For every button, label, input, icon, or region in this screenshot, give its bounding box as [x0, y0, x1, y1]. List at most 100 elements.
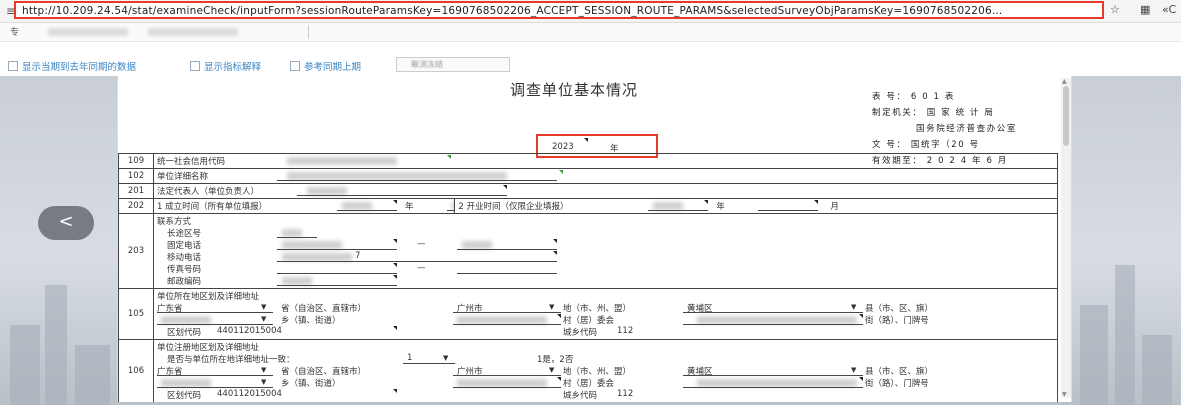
chevron-down-icon[interactable]: ▼ — [851, 366, 856, 374]
select-underline — [157, 312, 273, 313]
url-field[interactable]: http://10.209.24.54/stat/examineCheck/in… — [14, 1, 1104, 19]
checkbox-box[interactable] — [8, 61, 18, 71]
table-row: 102 单位详细名称 — [118, 168, 1058, 184]
row-code: 201 — [118, 183, 154, 199]
unit-name-label: 单位详细名称 — [157, 172, 209, 182]
tab-blurred-text — [48, 28, 128, 36]
field-marker — [859, 314, 863, 318]
scroll-down-icon[interactable]: ▼ — [1062, 391, 1067, 398]
founded-cell: 1 成立时间（所有单位填报） 年 月 — [152, 198, 456, 214]
redacted-value — [287, 157, 397, 165]
redacted-value[interactable] — [653, 202, 684, 210]
zone-code-value: 440112015004 — [217, 389, 282, 399]
chevron-down-icon[interactable]: ▼ — [261, 378, 266, 386]
redacted-value[interactable] — [457, 316, 547, 324]
redacted-value[interactable] — [282, 241, 342, 249]
redacted-value[interactable] — [342, 202, 372, 210]
redacted-value[interactable] — [697, 316, 857, 324]
select-underline — [683, 312, 863, 313]
contact-title: 联系方式 — [157, 217, 192, 227]
redacted-value[interactable] — [282, 229, 302, 237]
location-cell: 单位所在地区划及详细地址 广东省 ▼ 省（自治区、直辖市） 广州市 ▼ 地（市、… — [153, 288, 1058, 340]
scroll-up-icon[interactable]: ▲ — [1062, 78, 1067, 85]
survey-form-panel: ▲ ▼ 调查单位基本情况 表 号： 6 0 1 表 制定机关： 国 家 统 计 … — [117, 76, 1072, 402]
checkbox-box[interactable] — [190, 61, 200, 71]
checkbox-show-history[interactable]: 显示当期到去年同期的数据 — [8, 59, 136, 73]
founded-year-unit: 年 — [405, 202, 414, 212]
chevron-down-icon[interactable]: ▼ — [549, 303, 554, 311]
redacted-value[interactable] — [462, 241, 492, 249]
urban-code-label: 城乡代码 — [563, 391, 598, 401]
postcode-label: 邮政编码 — [167, 277, 202, 287]
same-address-value[interactable]: 1 — [407, 353, 412, 363]
table-row: 105 单位所在地区划及详细地址 广东省 ▼ 省（自治区、直辖市） 广州市 ▼ … — [118, 288, 1058, 340]
select-underline — [683, 375, 863, 376]
chevron-down-icon[interactable]: ▼ — [549, 366, 554, 374]
browser-tab[interactable]: 专 — [8, 25, 309, 39]
fax-dash: — — [417, 263, 426, 273]
redacted-value[interactable] — [697, 379, 857, 387]
row-code: 203 — [118, 213, 154, 289]
county-label: 县（市、区、旗） — [865, 304, 934, 314]
checkbox-show-explanation[interactable]: 显示指标解释 — [190, 59, 261, 73]
chevron-down-icon[interactable]: ▼ — [443, 354, 448, 362]
extension-icon[interactable]: «C — [1162, 3, 1176, 16]
building-shape — [75, 345, 110, 405]
select-underline — [453, 375, 561, 376]
building-shape — [10, 325, 40, 405]
reader-mode-icon[interactable]: ▦ — [1140, 3, 1150, 16]
chevron-down-icon[interactable]: ▼ — [261, 366, 266, 374]
zone-code-label: 区划代码 — [167, 391, 202, 401]
checkbox-reference-period[interactable]: 参考同期上期 — [290, 59, 361, 73]
meta-authority-2: 国务院经济普查办公室 — [916, 124, 1018, 134]
redacted-value[interactable] — [282, 253, 352, 261]
redacted-value[interactable] — [161, 316, 211, 324]
checkbox-box[interactable] — [290, 61, 300, 71]
street-label: 街（路）、门牌号 — [865, 379, 929, 389]
table-row: 202 1 成立时间（所有单位填报） 年 月 2 开业时间（仅限企业填报） — [118, 198, 1058, 214]
table-row: 106 单位注册地区划及详细地址 是否与单位所在地详细地址一致： 1 ▼ 1是，… — [118, 339, 1058, 402]
chevron-down-icon[interactable]: ▼ — [261, 315, 266, 323]
province-label: 省（自治区、直辖市） — [281, 304, 367, 314]
input-underline — [277, 237, 317, 238]
meta-table-no: 表 号： 6 0 1 表 — [872, 92, 955, 102]
same-address-hint: 1是，2否 — [537, 355, 574, 365]
field-marker — [393, 239, 397, 243]
village-label: 村（居）委会 — [563, 316, 615, 326]
chevron-down-icon[interactable]: ▼ — [261, 303, 266, 311]
field-marker — [393, 389, 397, 393]
tab-label: 专 — [10, 28, 20, 38]
village-label: 村（居）委会 — [563, 379, 615, 389]
input-underline — [277, 285, 397, 286]
scroll-thumb[interactable] — [1063, 86, 1069, 146]
bookmark-star-icon[interactable]: ☆ — [1110, 3, 1120, 16]
opened-cell: 2 开业时间（仅限企业填报） 年 月 — [454, 198, 1058, 214]
back-button[interactable]: < — [38, 206, 94, 240]
vertical-scrollbar[interactable]: ▲ ▼ — [1061, 78, 1071, 398]
founded-label: 1 成立时间（所有单位填报） — [157, 202, 268, 212]
field-marker — [859, 377, 863, 381]
redacted-value[interactable] — [282, 277, 312, 285]
input-underline — [297, 195, 507, 196]
freeze-select[interactable]: 取消冻结 ⌄ — [396, 57, 510, 72]
chevron-down-icon[interactable]: ▼ — [851, 303, 856, 311]
town-label: 乡（镇、街道） — [281, 379, 341, 389]
field-marker — [393, 275, 397, 279]
county-label: 县（市、区、旗） — [865, 367, 934, 377]
tab-blurred-text — [148, 28, 238, 36]
row-code: 109 — [118, 153, 154, 169]
checkbox-label: 显示当期到去年同期的数据 — [22, 62, 137, 73]
input-underline — [683, 324, 863, 325]
survey-table: 109 统一社会信用代码 102 单位详细名称 201 法定代表人（单位负责人）… — [118, 153, 1058, 402]
row-code: 102 — [118, 168, 154, 184]
field-marker — [704, 200, 709, 204]
redacted-value[interactable] — [457, 379, 547, 387]
redacted-value[interactable] — [307, 187, 347, 195]
url-text: http://10.209.24.54/stat/examineCheck/in… — [22, 5, 1003, 17]
redacted-value[interactable] — [161, 379, 211, 387]
city-label: 地（市、州、盟） — [563, 367, 632, 377]
input-underline — [277, 261, 557, 262]
redacted-value[interactable] — [287, 172, 507, 180]
opened-month-unit: 月 — [830, 202, 839, 212]
input-underline — [277, 273, 397, 274]
